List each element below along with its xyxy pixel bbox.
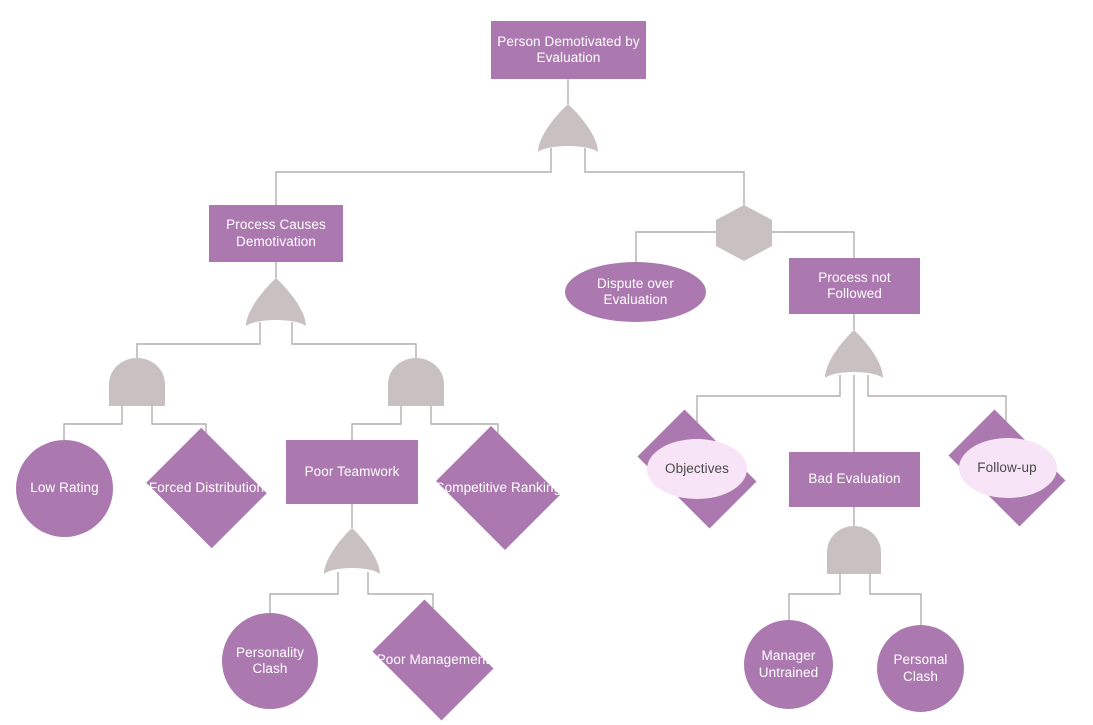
- or-gate-poor-teamwork: [322, 528, 382, 576]
- node-personal-clash[interactable]: Personal Clash: [877, 625, 964, 712]
- and-gate-teamwork-ranking: [386, 358, 446, 408]
- node-label: Manager Untrained: [758, 648, 819, 680]
- node-process-causes-demotivation[interactable]: Process Causes Demotivation: [209, 205, 343, 262]
- node-label: Poor Management: [376, 651, 490, 667]
- fault-tree-diagram: Person Demotivated by Evaluation Process…: [0, 0, 1093, 725]
- node-dispute-over-evaluation[interactable]: Dispute over Evaluation: [565, 262, 706, 322]
- node-label: Personal Clash: [893, 652, 948, 684]
- node-label: Forced Distribution: [148, 479, 265, 495]
- and-gate-low-rating-forced-distribution: [107, 358, 167, 408]
- node-personality-clash[interactable]: Personality Clash: [222, 613, 318, 709]
- node-label: Follow-up: [977, 459, 1037, 475]
- node-label: Poor Teamwork: [304, 463, 400, 479]
- node-competitive-ranking[interactable]: Competitive Ranking: [429, 426, 567, 550]
- node-label: Process not Followed: [818, 269, 891, 301]
- node-process-not-followed[interactable]: Process not Followed: [789, 258, 920, 314]
- node-low-rating[interactable]: Low Rating: [16, 440, 113, 537]
- hexagon-transfer-gate: [714, 205, 774, 261]
- node-label: Objectives: [664, 460, 730, 476]
- or-gate-top-event: [536, 104, 600, 154]
- node-label: Process Causes Demotivation: [226, 217, 326, 249]
- node-poor-management[interactable]: Poor Management: [364, 599, 502, 721]
- node-poor-teamwork[interactable]: Poor Teamwork: [286, 440, 418, 504]
- or-gate-process-causes: [244, 278, 308, 328]
- node-objectives[interactable]: Objectives: [625, 409, 769, 529]
- or-gate-process-not-followed: [823, 330, 885, 380]
- node-person-demotivated-by-evaluation[interactable]: Person Demotivated by Evaluation: [491, 21, 646, 79]
- node-label: Dispute over Evaluation: [597, 275, 674, 307]
- node-follow-up[interactable]: Follow-up: [936, 409, 1078, 527]
- node-label: Bad Evaluation: [808, 471, 901, 487]
- node-manager-untrained[interactable]: Manager Untrained: [744, 620, 833, 709]
- node-forced-distribution[interactable]: Forced Distribution: [141, 427, 272, 549]
- and-gate-bad-evaluation: [825, 526, 883, 576]
- node-label: Person Demotivated by Evaluation: [497, 33, 640, 65]
- node-label: Low Rating: [30, 480, 99, 496]
- node-label: Competitive Ranking: [434, 479, 562, 495]
- node-bad-evaluation[interactable]: Bad Evaluation: [789, 452, 920, 507]
- node-label: Personality Clash: [236, 644, 304, 676]
